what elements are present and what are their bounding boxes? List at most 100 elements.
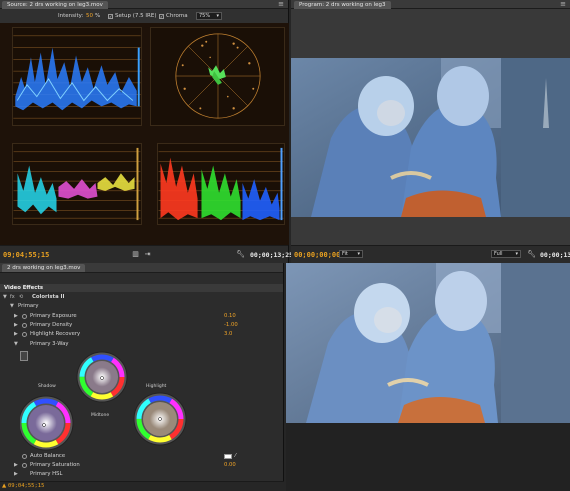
shadow-wheel-label: Shadow: [38, 384, 56, 389]
clip-tab[interactable]: 2 drs working on leg3.mov: [2, 264, 86, 272]
source-status-bar: 09;04;55;15 ▥ ⇥ 🔧︎ 00;00;13;25: [0, 245, 293, 263]
reference-monitor-empty-area: [286, 423, 570, 491]
effects-tab-bar: 2 drs working on leg3.mov: [0, 263, 283, 273]
param-label: Primary Density: [30, 322, 73, 328]
source-timecode-duration: 00;00;13;25: [250, 251, 294, 259]
auto-balance-row[interactable]: Auto Balance ⁄: [0, 452, 283, 460]
resolution-value: Full: [494, 251, 503, 257]
waveform-scope: [12, 27, 142, 126]
collapse-triangle-icon[interactable]: ▶: [14, 330, 18, 338]
highlight-wheel[interactable]: [133, 392, 187, 446]
expand-triangle-icon[interactable]: ▼: [3, 293, 7, 301]
reference-monitor-panel: [286, 263, 570, 491]
stopwatch-icon[interactable]: [22, 462, 27, 468]
rgb-parade-scope: [157, 143, 285, 225]
wrench-icon[interactable]: 🔧︎: [236, 250, 245, 259]
fx-badge-icon[interactable]: fx: [10, 293, 15, 301]
scale-dropdown[interactable]: 75% ▾: [196, 12, 222, 20]
reference-video-frame: [286, 263, 570, 423]
vectorscope: [150, 27, 285, 126]
effect-name: Colorista II: [32, 294, 65, 300]
program-tab[interactable]: Program: 2 drs working on leg3: [294, 1, 391, 9]
param-value[interactable]: -1.00: [224, 321, 238, 329]
stopwatch-icon[interactable]: [22, 453, 27, 459]
scope-toolbar: Intensity: 50 % ✓ Setup (7.5 IRE) ✓ Chroma…: [0, 9, 288, 23]
intensity-value[interactable]: 50: [86, 12, 93, 20]
setup-label: Setup (7.5 IRE): [115, 13, 157, 19]
reset-icon[interactable]: ⟲: [19, 293, 23, 301]
panel-menu-icon[interactable]: ≡: [277, 1, 285, 8]
param-value[interactable]: 3.0: [224, 330, 232, 338]
chevron-down-icon: ▾: [357, 251, 360, 257]
param-label: Highlight Recovery: [30, 331, 81, 337]
yc-waveform-scope: [12, 143, 142, 225]
scopes-area: [0, 23, 289, 245]
wrench-icon[interactable]: 🔧︎: [527, 250, 536, 259]
effect-row-colorista[interactable]: ▼ fx ⟲ Colorista II: [0, 293, 283, 301]
program-video-frame: [291, 58, 570, 217]
video-effects-header: Video Effects: [0, 284, 283, 292]
program-canvas: [291, 9, 570, 245]
color-wheels: [20, 351, 187, 451]
collapse-triangle-icon[interactable]: ▶: [14, 321, 18, 329]
panel-menu-icon[interactable]: ≡: [559, 1, 567, 8]
program-timecode-current[interactable]: 00;00;00;00: [294, 251, 340, 259]
program-status-bar: 00;00;00;00 Fit ▾ Full ▾ 🔧︎ 00;00;13;25: [291, 245, 570, 263]
three-way-label: Primary 3-Way: [30, 341, 69, 347]
drop-frame-icon[interactable]: ⇥: [143, 250, 152, 259]
checkmark-icon: ✓: [108, 14, 113, 19]
primary-hsl-label: Primary HSL: [30, 471, 63, 477]
stopwatch-icon[interactable]: [22, 322, 27, 328]
chroma-label: Chroma: [166, 13, 188, 19]
expand-triangle-icon[interactable]: ▼: [14, 340, 18, 348]
chevron-down-icon: ▾: [216, 13, 219, 19]
eyedropper-icon[interactable]: ⁄: [235, 452, 236, 460]
zoom-dropdown[interactable]: Fit ▾: [339, 250, 363, 258]
resolution-dropdown[interactable]: Full ▾: [491, 250, 521, 258]
stopwatch-icon[interactable]: [22, 313, 27, 319]
effect-controls-panel: 2 drs working on leg3.mov Video Effects …: [0, 263, 284, 491]
source-tab[interactable]: Source: 2 drs working on leg3.mov: [2, 1, 108, 9]
primary-saturation-value[interactable]: 0.00: [224, 461, 236, 469]
scale-value: 75%: [199, 13, 211, 19]
intensity-unit: %: [95, 13, 101, 19]
param-label: Primary Exposure: [30, 313, 77, 319]
color-swatch[interactable]: [224, 454, 232, 459]
stopwatch-icon[interactable]: [22, 331, 27, 337]
chevron-down-icon: ▾: [515, 251, 518, 257]
primary-hsl-row[interactable]: ▶ Primary HSL: [0, 470, 283, 478]
effects-footer: ▲ 09;04;55;15: [0, 481, 284, 491]
collapse-triangle-icon[interactable]: ▶: [14, 312, 18, 320]
source-timecode-current[interactable]: 09;04;55;15: [3, 251, 49, 259]
param-row[interactable]: ▶ Highlight Recovery 3.0: [0, 330, 283, 338]
playhead-marker-icon[interactable]: ▥: [131, 250, 140, 259]
program-tab-bar: Program: 2 drs working on leg3 ≡: [291, 0, 570, 9]
primary-saturation-label: Primary Saturation: [30, 462, 80, 468]
highlight-wheel-label: Highlight: [146, 384, 167, 389]
param-value[interactable]: 0.10: [224, 312, 236, 320]
param-row[interactable]: ▶ Primary Exposure 0.10: [0, 312, 283, 320]
effects-timecode[interactable]: 09;04;55;15: [8, 483, 44, 489]
checkmark-icon: ✓: [159, 14, 164, 19]
source-tab-bar: Source: 2 drs working on leg3.mov ≡: [0, 0, 288, 9]
source-monitor-panel: Source: 2 drs working on leg3.mov ≡ Inte…: [0, 0, 293, 263]
playhead-icon: ▲: [2, 483, 7, 489]
primary-group-row[interactable]: ▼ Primary: [0, 302, 283, 310]
auto-balance-label: Auto Balance: [30, 453, 66, 459]
shadow-wheel[interactable]: [20, 395, 74, 451]
setup-checkbox[interactable]: ✓ Setup (7.5 IRE): [108, 12, 156, 20]
expand-triangle-icon[interactable]: ▼: [10, 302, 14, 310]
chroma-checkbox[interactable]: ✓ Chroma: [159, 12, 188, 20]
primary-saturation-row[interactable]: ▶ Primary Saturation 0.00: [0, 461, 283, 469]
midtone-wheel[interactable]: [76, 351, 128, 403]
collapse-triangle-icon[interactable]: ▶: [14, 470, 18, 478]
param-row[interactable]: ▶ Primary Density -1.00: [0, 321, 283, 329]
program-monitor-panel: Program: 2 drs working on leg3 ≡ 00;00;0…: [291, 0, 570, 263]
collapse-triangle-icon[interactable]: ▶: [14, 461, 18, 469]
intensity-label: Intensity:: [58, 13, 84, 19]
program-timecode-duration: 00;00;13;25: [540, 251, 570, 259]
zoom-value: Fit: [342, 251, 348, 257]
midtone-wheel-label: Midtone: [91, 413, 110, 418]
primary-label: Primary: [18, 303, 39, 309]
three-way-row[interactable]: ▼ Primary 3-Way: [0, 340, 283, 348]
